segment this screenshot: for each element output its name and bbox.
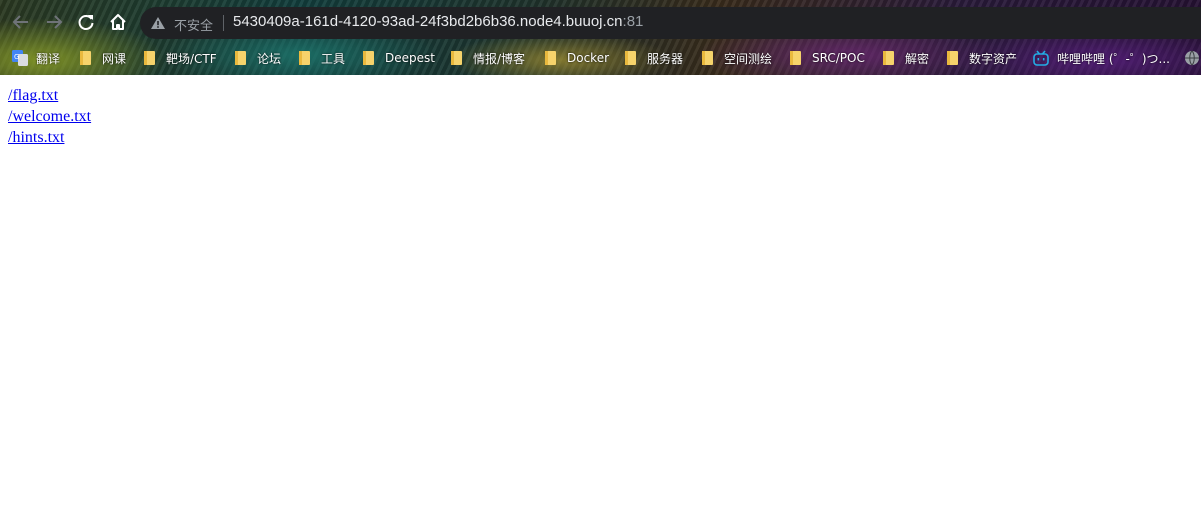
bookmark-label: 情报/博客 (473, 51, 526, 66)
bookmark-translate[interactable]: G 翻译 (12, 49, 60, 67)
bookmark-label: 服务器 (647, 51, 684, 66)
bookmark-folder-digital-assets[interactable]: 数字资产 (945, 49, 1017, 67)
svg-text:G: G (14, 53, 19, 61)
address-bar[interactable]: 不安全 5430409a-161d-4120-93ad-24f3bd2b6b36… (140, 7, 1201, 39)
folder-icon (297, 50, 313, 66)
bookmark-label: 翻译 (36, 51, 61, 66)
google-translate-icon: G (12, 50, 28, 66)
folder-icon (788, 50, 804, 66)
home-button[interactable] (107, 11, 129, 33)
folder-icon (361, 50, 377, 66)
file-link-flag[interactable]: /flag.txt (8, 85, 1193, 106)
bookmark-label: SRC/POC (812, 51, 865, 65)
bookmarks-bar: G 翻译 网课 靶场/CTF 论坛 工具 Deepest 情报/博客 Docke… (0, 45, 1201, 71)
warning-icon (151, 17, 165, 29)
bookmark-label: 哔哩哔哩 (゜-゜)つ... (1057, 51, 1170, 66)
bookmark-label: 论坛 (257, 51, 282, 66)
bookmark-folder-docker[interactable]: Docker (543, 49, 609, 67)
bookmark-folder-decrypt[interactable]: 解密 (881, 49, 929, 67)
bookmark-label: 解密 (905, 51, 930, 66)
folder-icon (142, 50, 158, 66)
url-text[interactable]: 5430409a-161d-4120-93ad-24f3bd2b6b36.nod… (233, 13, 643, 30)
browser-chrome: 不安全 5430409a-161d-4120-93ad-24f3bd2b6b36… (0, 0, 1201, 75)
bookmark-label: Deepest (385, 51, 435, 65)
folder-icon (233, 50, 249, 66)
folder-icon (700, 50, 716, 66)
file-link-welcome[interactable]: /welcome.txt (8, 106, 1193, 127)
bookmark-label: 空间测绘 (724, 51, 773, 66)
arrow-left-icon (12, 15, 28, 29)
bookmark-folder-deepest[interactable]: Deepest (361, 49, 435, 67)
folder-icon (945, 50, 961, 66)
bookmark-folder-tools[interactable]: 工具 (297, 49, 345, 67)
forward-button[interactable] (43, 11, 65, 33)
folder-icon (449, 50, 465, 66)
folder-icon (881, 50, 897, 66)
browser-toolbar: 不安全 5430409a-161d-4120-93ad-24f3bd2b6b36… (0, 0, 1201, 45)
bookmark-folder-src-poc[interactable]: SRC/POC (788, 49, 865, 67)
bookmark-label: Docker (567, 51, 610, 65)
bookmark-bilibili[interactable]: 哔哩哔哩 (゜-゜)つ... (1033, 49, 1170, 67)
url-host: 5430409a-161d-4120-93ad-24f3bd2b6b36.nod… (233, 13, 623, 30)
folder-icon (78, 50, 94, 66)
bilibili-icon (1033, 50, 1049, 66)
bookmark-label: 网课 (102, 51, 127, 66)
bookmark-label: 工具 (321, 51, 346, 66)
security-status-label[interactable]: 不安全 (174, 15, 213, 34)
bookmark-folder-servers[interactable]: 服务器 (623, 49, 683, 67)
bookmark-label: 靶场/CTF (166, 51, 217, 66)
bookmark-folder-ctf[interactable]: 靶场/CTF (142, 49, 217, 67)
reload-icon (78, 15, 94, 30)
globe-icon (1184, 50, 1200, 66)
back-button[interactable] (10, 11, 32, 33)
arrow-right-icon (47, 15, 63, 29)
bookmark-folder-mapping[interactable]: 空间测绘 (700, 49, 772, 67)
bookmark-folder-forum[interactable]: 论坛 (233, 49, 281, 67)
home-icon (110, 14, 126, 30)
reload-button[interactable] (75, 11, 97, 33)
bookmarks-overflow-button[interactable] (1184, 49, 1200, 67)
folder-icon (543, 50, 559, 66)
folder-icon (623, 50, 639, 66)
bookmark-folder-intel[interactable]: 情报/博客 (449, 49, 525, 67)
url-port: :81 (622, 13, 644, 30)
file-link-hints[interactable]: /hints.txt (8, 127, 1193, 148)
bookmark-label: 数字资产 (969, 51, 1018, 66)
bookmark-folder-courses[interactable]: 网课 (78, 49, 126, 67)
page-content: /flag.txt /welcome.txt /hints.txt (0, 75, 1201, 158)
address-divider (223, 15, 224, 31)
